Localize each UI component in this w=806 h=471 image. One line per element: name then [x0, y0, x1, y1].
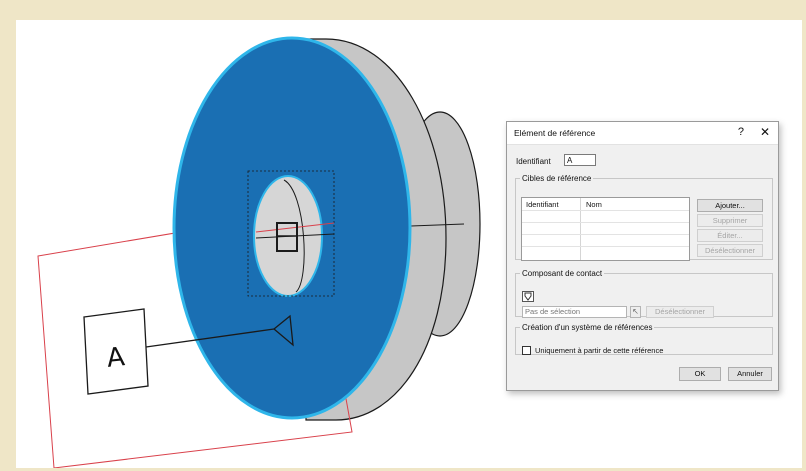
table-row — [522, 234, 689, 235]
add-button[interactable]: Ajouter... — [697, 199, 763, 212]
pin-icon[interactable] — [522, 291, 534, 302]
column-divider — [580, 198, 581, 260]
pick-arrow-icon[interactable]: ↖ — [630, 306, 641, 318]
reference-system-legend: Création d'un système de références — [522, 323, 653, 332]
deselect-button[interactable]: Désélectionner — [697, 244, 763, 257]
contact-component-legend: Composant de contact — [522, 269, 603, 278]
reference-system-group: Création d'un système de références Uniq… — [515, 323, 773, 355]
close-icon[interactable]: ✕ — [760, 125, 770, 139]
delete-button[interactable]: Supprimer — [697, 214, 763, 227]
reference-targets-group: Cibles de référence Identifiant Nom Ajou… — [515, 174, 773, 261]
dialog-title: Elément de référence — [514, 128, 596, 138]
cancel-button[interactable]: Annuler — [728, 367, 772, 381]
table-row — [522, 210, 689, 211]
column-header-identifier[interactable]: Identifiant — [526, 200, 559, 209]
contact-component-group: Composant de contact Pas de sélection ↖ … — [515, 269, 773, 318]
edit-button[interactable]: Éditer... — [697, 229, 763, 242]
identifier-input[interactable]: A — [564, 154, 596, 166]
only-from-reference-checkbox[interactable] — [522, 346, 531, 355]
ok-button[interactable]: OK — [679, 367, 721, 381]
selection-input[interactable]: Pas de sélection — [522, 306, 627, 318]
contact-deselect-button[interactable]: Désélectionner — [646, 306, 714, 318]
dialog-titlebar[interactable]: Elément de référence ? ✕ — [507, 122, 778, 145]
table-row — [522, 246, 689, 247]
reference-targets-legend: Cibles de référence — [522, 174, 592, 183]
datum-label-text: A — [105, 342, 126, 374]
column-header-name[interactable]: Nom — [586, 200, 602, 209]
table-row — [522, 222, 689, 223]
only-from-reference-label[interactable]: Uniquement à partir de cette référence — [535, 346, 663, 355]
reference-element-dialog: Elément de référence ? ✕ Identifiant A C… — [506, 121, 779, 391]
help-icon[interactable]: ? — [738, 126, 744, 138]
targets-table[interactable]: Identifiant Nom — [521, 197, 690, 261]
identifier-label: Identifiant — [516, 157, 551, 166]
